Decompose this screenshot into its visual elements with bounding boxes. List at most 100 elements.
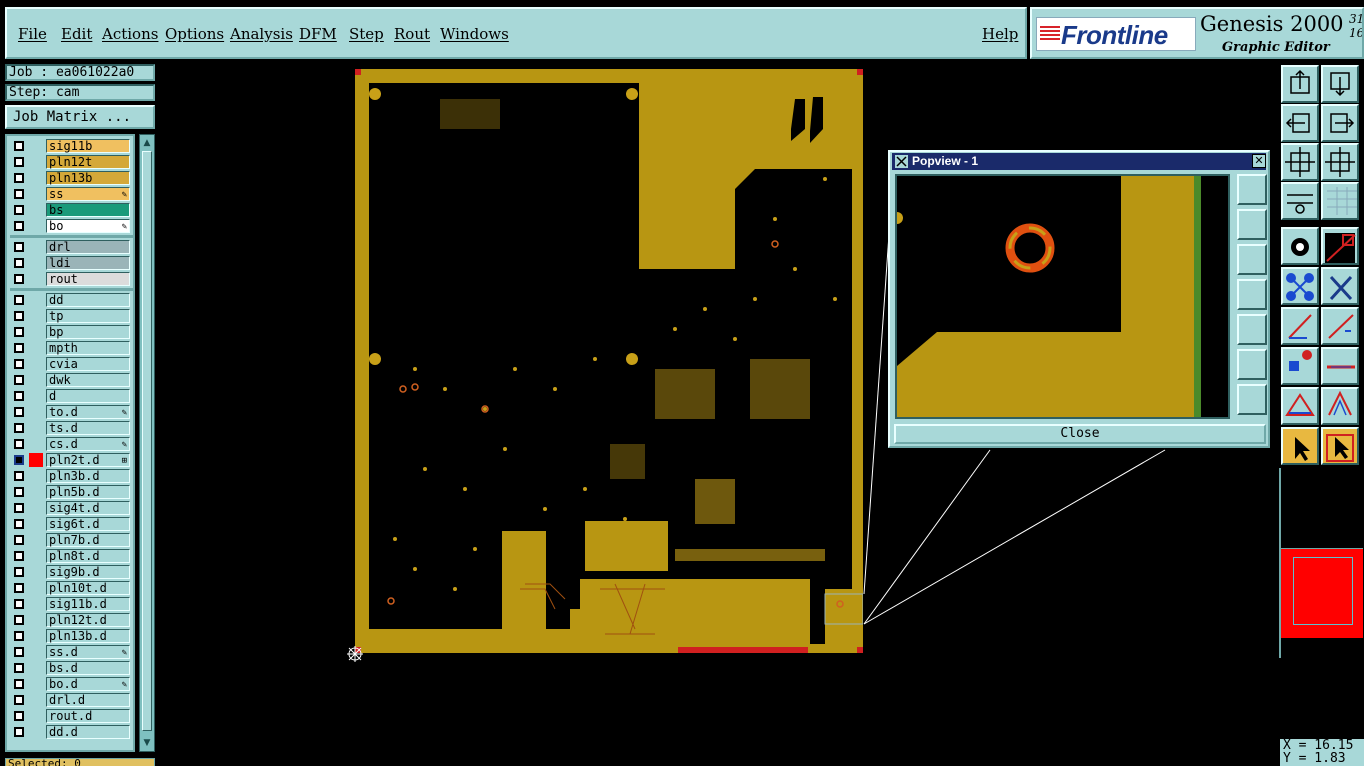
layer-name[interactable]: pln5b.d <box>46 485 130 499</box>
scroll-down-icon[interactable]: ▼ <box>142 737 152 749</box>
layer-checkbox[interactable] <box>14 679 24 689</box>
layer-row[interactable]: to.d ✎ <box>10 404 134 420</box>
layer-checkbox[interactable] <box>14 274 24 284</box>
overview-map[interactable] <box>1281 548 1363 638</box>
layer-checkbox[interactable] <box>14 471 24 481</box>
layer-name[interactable]: pln2t.d ⊞ <box>46 453 130 467</box>
layer-name[interactable]: bo.d ✎ <box>46 677 130 691</box>
popview-pan-right-button[interactable] <box>1237 314 1267 345</box>
layer-checkbox[interactable] <box>14 615 24 625</box>
layer-row[interactable]: pln5b.d <box>10 484 134 500</box>
layer-checkbox[interactable] <box>14 189 24 199</box>
layer-checkbox[interactable] <box>14 503 24 513</box>
layer-name[interactable]: drl.d <box>46 693 130 707</box>
layer-checkbox[interactable] <box>14 551 24 561</box>
layer-name[interactable]: sig9b.d <box>46 565 130 579</box>
layer-row[interactable]: pln13b <box>10 170 134 186</box>
layer-name[interactable]: cs.d ✎ <box>46 437 130 451</box>
menu-analysis[interactable]: Analysis <box>230 25 293 43</box>
layer-name[interactable]: sig4t.d <box>46 501 130 515</box>
layer-color-swatch[interactable] <box>29 453 43 467</box>
layer-row[interactable]: bo.d ✎ <box>10 676 134 692</box>
layer-scrollbar[interactable]: ▲ ▼ <box>139 134 155 752</box>
layer-checkbox[interactable] <box>14 423 24 433</box>
layer-checkbox[interactable] <box>14 599 24 609</box>
menu-edit[interactable]: Edit <box>61 25 92 43</box>
layer-row[interactable]: rout.d <box>10 708 134 724</box>
popview-zoom-fit-button[interactable] <box>1237 174 1267 205</box>
layer-row[interactable]: ts.d <box>10 420 134 436</box>
layer-checkbox[interactable] <box>14 173 24 183</box>
menu-options[interactable]: Options <box>165 25 224 43</box>
popview-zoom-in-button[interactable] <box>1237 349 1267 380</box>
pcb-board-view[interactable] <box>355 69 863 653</box>
layer-checkbox[interactable] <box>14 727 24 737</box>
layer-name[interactable]: d <box>46 389 130 403</box>
layer-row[interactable]: drl.d <box>10 692 134 708</box>
menu-actions[interactable]: Actions <box>102 25 158 43</box>
job-matrix-button[interactable]: Job Matrix ... <box>5 105 155 129</box>
layer-name[interactable]: mpth <box>46 341 130 355</box>
layer-row[interactable]: bs <box>10 202 134 218</box>
layer-name[interactable]: dd <box>46 293 130 307</box>
layer-checkbox[interactable] <box>14 359 24 369</box>
layer-checkbox[interactable] <box>14 455 24 465</box>
layer-row[interactable]: pln7b.d <box>10 532 134 548</box>
layer-row[interactable]: pln8t.d <box>10 548 134 564</box>
popview-pan-left-button[interactable] <box>1237 279 1267 310</box>
overview-viewport-frame[interactable] <box>1293 557 1353 625</box>
popview-titlebar[interactable]: Popview - 1 <box>892 153 1266 170</box>
layer-name[interactable]: dwk <box>46 373 130 387</box>
layer-row[interactable]: ss.d ✎ <box>10 644 134 660</box>
layer-row[interactable]: bp <box>10 324 134 340</box>
layer-name[interactable]: ldi <box>46 256 130 270</box>
layer-name[interactable]: tp <box>46 309 130 323</box>
layer-name[interactable]: bs <box>46 203 130 217</box>
layer-row[interactable]: sig4t.d <box>10 500 134 516</box>
layer-checkbox[interactable] <box>14 327 24 337</box>
layer-row[interactable]: cs.d ✎ <box>10 436 134 452</box>
layer-checkbox[interactable] <box>14 583 24 593</box>
layer-row[interactable]: drl <box>10 239 134 255</box>
layer-checkbox[interactable] <box>14 343 24 353</box>
menu-dfm[interactable]: DFM <box>299 25 337 43</box>
layer-checkbox[interactable] <box>14 141 24 151</box>
layer-checkbox[interactable] <box>14 205 24 215</box>
layer-row[interactable]: pln12t.d <box>10 612 134 628</box>
layer-name[interactable]: bp <box>46 325 130 339</box>
popview-viewport[interactable] <box>895 174 1230 419</box>
layer-row[interactable]: sig9b.d <box>10 564 134 580</box>
scroll-up-icon[interactable]: ▲ <box>142 137 152 149</box>
layer-row[interactable]: bs.d <box>10 660 134 676</box>
layer-checkbox[interactable] <box>14 242 24 252</box>
layer-row[interactable]: pln13b.d <box>10 628 134 644</box>
layer-checkbox[interactable] <box>14 439 24 449</box>
layer-row[interactable]: sig6t.d <box>10 516 134 532</box>
layer-checkbox[interactable] <box>14 631 24 641</box>
layer-row[interactable]: sig11b <box>10 138 134 154</box>
layer-row[interactable]: ss ✎ <box>10 186 134 202</box>
layer-row[interactable]: ldi <box>10 255 134 271</box>
layer-name[interactable]: pln7b.d <box>46 533 130 547</box>
popview-pan-up-button[interactable] <box>1237 209 1267 240</box>
popview-pan-down-button[interactable] <box>1237 244 1267 275</box>
popview-close-icon[interactable]: ✕ <box>1252 154 1266 168</box>
layer-name[interactable]: sig11b.d <box>46 597 130 611</box>
layer-checkbox[interactable] <box>14 663 24 673</box>
layer-name[interactable]: ss.d ✎ <box>46 645 130 659</box>
layer-checkbox[interactable] <box>14 157 24 167</box>
layer-row[interactable]: pln2t.d ⊞ <box>10 452 134 468</box>
layer-row[interactable]: dwk <box>10 372 134 388</box>
layer-row[interactable]: mpth <box>10 340 134 356</box>
menu-step[interactable]: Step <box>349 25 384 43</box>
layer-name[interactable]: cvia <box>46 357 130 371</box>
layer-name[interactable]: rout.d <box>46 709 130 723</box>
layer-row[interactable]: sig11b.d <box>10 596 134 612</box>
layer-checkbox[interactable] <box>14 487 24 497</box>
layer-name[interactable]: pln12t.d <box>46 613 130 627</box>
layer-checkbox[interactable] <box>14 647 24 657</box>
layer-row[interactable]: pln12t <box>10 154 134 170</box>
layer-name[interactable]: bs.d <box>46 661 130 675</box>
layer-row[interactable]: pln10t.d <box>10 580 134 596</box>
layer-row[interactable]: dd <box>10 292 134 308</box>
